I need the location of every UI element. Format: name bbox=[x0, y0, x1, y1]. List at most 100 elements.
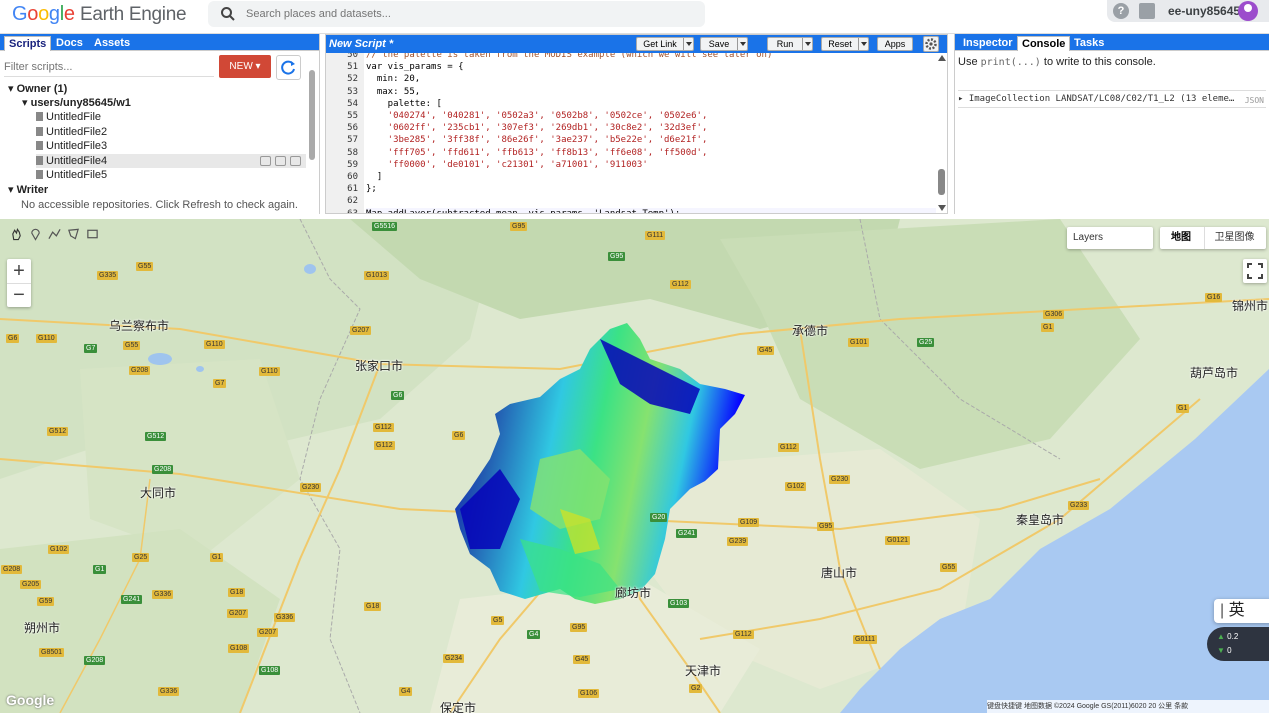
code-line: Map.addLayer(subtracted_mean, vis_params… bbox=[366, 207, 936, 213]
help-icon[interactable]: ? bbox=[1113, 3, 1129, 19]
chevron-down-icon[interactable] bbox=[737, 38, 747, 50]
road-shield: G230 bbox=[300, 483, 322, 492]
zoom-out-button[interactable]: − bbox=[7, 283, 31, 307]
apps-button[interactable]: Apps bbox=[877, 37, 913, 51]
chevron-down-icon[interactable] bbox=[858, 38, 868, 50]
road-shield: G241 bbox=[676, 529, 698, 538]
pan-hand-icon[interactable] bbox=[10, 227, 23, 241]
refresh-button[interactable] bbox=[276, 55, 301, 80]
scrollbar[interactable] bbox=[937, 53, 947, 213]
road-shield: G208 bbox=[152, 465, 174, 474]
map-attribution[interactable]: 键盘快捷键 地图数据 ©2024 Google GS(2011)6020 20 … bbox=[987, 700, 1269, 713]
road-shield: G1 bbox=[93, 565, 107, 574]
road-shield: G336 bbox=[274, 613, 296, 622]
reset-button[interactable]: Reset bbox=[821, 37, 869, 51]
script-title[interactable]: New Script * bbox=[329, 38, 393, 50]
script-file[interactable]: UntitledFile5 bbox=[36, 168, 107, 182]
road-shield: G8501 bbox=[39, 648, 65, 657]
code-line: palette: [ bbox=[366, 98, 442, 109]
road-shield: G230 bbox=[829, 475, 851, 484]
feedback-icon[interactable] bbox=[1139, 3, 1155, 19]
script-file[interactable]: UntitledFile2 bbox=[36, 125, 107, 139]
json-link[interactable]: JSON bbox=[1245, 96, 1264, 105]
avatar[interactable] bbox=[1238, 1, 1258, 21]
console-output-row[interactable]: ▸ ImageCollection LANDSAT/LC08/C02/T1_L2… bbox=[958, 90, 1266, 108]
road-shield: G336 bbox=[152, 590, 174, 599]
code-area[interactable]: // the palette is taken from the MODIS e… bbox=[366, 53, 936, 213]
road-shield: G208 bbox=[1, 565, 23, 574]
tree-writer-node[interactable]: ▾ Writer bbox=[8, 183, 48, 197]
road-shield: G207 bbox=[227, 609, 249, 618]
road-shield: G6 bbox=[452, 431, 466, 440]
search-input[interactable] bbox=[246, 5, 686, 23]
map-type-map-button[interactable]: 地图 bbox=[1160, 227, 1202, 249]
road-shield: G335 bbox=[97, 271, 119, 280]
rename-icon[interactable] bbox=[275, 156, 286, 166]
script-file[interactable]: UntitledFile4 bbox=[36, 154, 306, 168]
refresh-icon bbox=[281, 60, 295, 75]
scroll-thumb[interactable] bbox=[309, 70, 315, 160]
new-button[interactable]: NEW ▾ bbox=[219, 55, 271, 78]
road-shield: G1 bbox=[1176, 404, 1190, 413]
code-editor-panel: New Script * Get Link Save Run Reset App… bbox=[325, 34, 948, 214]
code-line: '040274', '040281', '0502a3', '0502b8', … bbox=[366, 111, 708, 121]
chevron-down-icon[interactable] bbox=[683, 38, 693, 50]
tab-docs[interactable]: Docs bbox=[52, 36, 87, 51]
road-shield: G7 bbox=[84, 344, 98, 353]
line-number: 62 bbox=[347, 196, 358, 207]
code-line: var vis_params = { bbox=[366, 62, 464, 73]
fullscreen-button[interactable] bbox=[1243, 259, 1267, 283]
polyline-icon[interactable] bbox=[48, 227, 61, 241]
run-button[interactable]: Run bbox=[767, 37, 813, 51]
map-type-satellite-button[interactable]: 卫星图像 bbox=[1204, 227, 1264, 249]
scrollbar[interactable] bbox=[308, 70, 316, 210]
road-shield: G2 bbox=[689, 684, 703, 693]
tab-console[interactable]: Console bbox=[1017, 36, 1071, 51]
script-file[interactable]: UntitledFile bbox=[36, 110, 101, 124]
city-label: 张家口市 bbox=[355, 359, 404, 373]
road-shield: G45 bbox=[757, 346, 775, 355]
scroll-thumb[interactable] bbox=[938, 169, 945, 195]
tab-assets[interactable]: Assets bbox=[90, 36, 134, 51]
tab-inspector[interactable]: Inspector bbox=[959, 36, 1017, 51]
filter-scripts-input[interactable] bbox=[4, 57, 214, 77]
city-label: 大同市 bbox=[140, 486, 177, 500]
line-number: 58 bbox=[347, 147, 358, 158]
tab-scripts[interactable]: Scripts bbox=[4, 36, 52, 51]
basemap bbox=[0, 219, 1269, 713]
chevron-down-icon[interactable] bbox=[802, 38, 812, 50]
road-shield: G208 bbox=[129, 366, 151, 375]
code-line: // the palette is taken from the MODIS e… bbox=[366, 53, 773, 60]
polygon-icon[interactable] bbox=[67, 227, 80, 241]
script-file[interactable]: UntitledFile3 bbox=[36, 139, 107, 153]
tab-tasks[interactable]: Tasks bbox=[1070, 36, 1108, 51]
get-link-button[interactable]: Get Link bbox=[636, 37, 694, 51]
save-button[interactable]: Save bbox=[700, 37, 748, 51]
earth-engine-logo[interactable]: Google Earth Engine bbox=[12, 3, 187, 26]
road-shield: G25 bbox=[917, 338, 935, 347]
ime-indicator[interactable]: | 英 bbox=[1214, 599, 1269, 623]
project-name[interactable]: ee-uny85645 bbox=[1168, 4, 1240, 18]
road-shield: G111 bbox=[645, 231, 666, 240]
product-name: Earth Engine bbox=[80, 4, 187, 25]
tree-owner-node[interactable]: ▾ Owner (1) bbox=[8, 82, 67, 96]
map-canvas[interactable]: 乌兰察布市 张家口市 承德市 锦州市 葫芦岛市 大同市 秦皇岛市 唐山市 廊坊市… bbox=[0, 219, 1269, 713]
road-shield: G59 bbox=[37, 597, 55, 606]
chevron-down-icon: ▾ bbox=[8, 83, 14, 95]
road-shield: G7 bbox=[213, 379, 227, 388]
chevron-right-icon[interactable]: ▸ bbox=[958, 94, 963, 104]
chevron-down-icon: ▾ bbox=[8, 184, 14, 196]
road-shield: G4 bbox=[527, 630, 541, 639]
road-shield: G102 bbox=[785, 482, 807, 491]
zoom-in-button[interactable]: + bbox=[7, 259, 31, 283]
tree-repo-node[interactable]: ▾ users/uny85645/w1 bbox=[22, 96, 131, 110]
settings-button[interactable] bbox=[923, 36, 939, 52]
rectangle-icon[interactable] bbox=[86, 227, 99, 241]
marker-icon[interactable] bbox=[29, 227, 42, 241]
layers-control[interactable]: Layers bbox=[1067, 227, 1153, 249]
history-icon[interactable] bbox=[260, 156, 271, 166]
road-shield: G25 bbox=[132, 553, 150, 562]
search-bar[interactable] bbox=[208, 1, 705, 27]
line-number: 52 bbox=[347, 74, 358, 85]
delete-icon[interactable] bbox=[290, 156, 301, 166]
